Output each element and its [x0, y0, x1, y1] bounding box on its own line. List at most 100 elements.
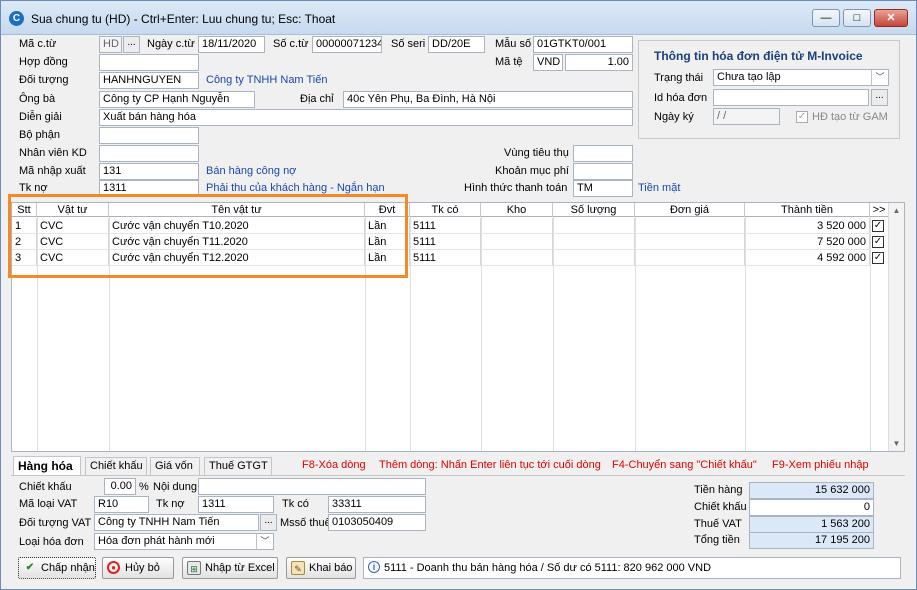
row-checkbox[interactable]: ✓: [872, 220, 884, 232]
tab-gia-von[interactable]: Giá vốn: [150, 457, 200, 476]
doi-tuong-label: Đối tượng: [19, 74, 69, 86]
ma-te-field[interactable]: VND: [533, 54, 563, 71]
chevron-down-icon[interactable]: ﹀: [871, 70, 888, 85]
totals-chiet-khau-label: Chiết khấu: [694, 501, 747, 513]
vung-tieu-thu-field[interactable]: [573, 145, 633, 162]
tab-hang-hoa[interactable]: Hàng hóa: [13, 456, 81, 475]
row-checkbox[interactable]: ✓: [872, 236, 884, 248]
tong-tien-label: Tổng tiền: [694, 534, 740, 546]
cell-kho[interactable]: [481, 218, 553, 234]
loai-hd-select[interactable]: Hóa đơn phát hành mới ﹀: [94, 533, 274, 550]
ong-ba-label: Ông bà: [19, 93, 56, 105]
col-so-luong[interactable]: Số lượng: [553, 203, 635, 217]
cell-so-luong[interactable]: [553, 234, 635, 250]
ma-nhap-xuat-name: Bán hàng công nợ: [206, 165, 297, 177]
col-expand[interactable]: >>: [870, 203, 889, 217]
bo-phan-label: Bộ phận: [19, 129, 60, 141]
mau-so-field[interactable]: 01GTKT0/001: [533, 36, 633, 53]
cell-thanh-tien[interactable]: 4 592 000: [745, 250, 870, 266]
tab-thue-gtgt[interactable]: Thuế GTGT: [204, 457, 272, 476]
hop-dong-field[interactable]: [99, 54, 199, 71]
doi-tuong-name: Công ty TNHH Nam Tiến: [206, 74, 328, 86]
ong-ba-field[interactable]: Công ty CP Hạnh Nguyễn: [99, 91, 255, 108]
pct-label: %: [139, 481, 149, 493]
cell-don-gia[interactable]: [635, 250, 745, 266]
status-bar: i 5111 - Doanh thu bán hàng hóa / Số dư …: [363, 557, 901, 579]
khai-bao-button[interactable]: ✎ Khai báo: [286, 557, 356, 579]
maximize-button[interactable]: □: [843, 9, 871, 27]
tab-chiet-khau[interactable]: Chiết khấu: [85, 457, 147, 476]
dia-chi-field[interactable]: 40c Yên Phụ, Ba Đình, Hà Nội: [343, 91, 633, 108]
ngay-ky-field[interactable]: / /: [713, 108, 780, 125]
status-text: 5111 - Doanh thu bán hàng hóa / Số dư có…: [384, 562, 712, 574]
loai-hd-label: Loại hóa đơn: [19, 536, 84, 548]
totals-chiet-khau-value: 0: [749, 499, 874, 516]
hint-f8: F8-Xóa dòng: [302, 459, 366, 471]
chevron-down-icon[interactable]: ﹀: [256, 534, 273, 549]
scroll-up-icon[interactable]: ▲: [889, 203, 904, 218]
cell-kho[interactable]: [481, 234, 553, 250]
grid-scrollbar[interactable]: ▲ ▼: [888, 203, 904, 451]
cell-tk-co[interactable]: 5111: [410, 234, 481, 250]
doi-tuong-vat-label: Đối tượng VAT: [19, 517, 92, 529]
col-don-gia[interactable]: Đơn giá: [635, 203, 745, 217]
so-ct-field[interactable]: 00000071234: [312, 36, 382, 53]
ty-gia-field[interactable]: 1.00: [565, 54, 633, 71]
cell-tk-co[interactable]: 5111: [410, 218, 481, 234]
ma-nhap-xuat-label: Mã nhập xuất: [19, 165, 86, 177]
nhan-vien-field[interactable]: [99, 145, 199, 162]
cell-kho[interactable]: [481, 250, 553, 266]
footer-tk-no-field[interactable]: 1311: [198, 496, 274, 513]
loai-hd-value: Hóa đơn phát hành mới: [98, 535, 215, 547]
id-hoa-don-field[interactable]: [713, 89, 869, 106]
cell-don-gia[interactable]: [635, 218, 745, 234]
ma-ct-label: Mã c.từ: [19, 38, 57, 50]
title-bar: C Sua chung tu (HD) - Ctrl+Enter: Luu ch…: [1, 1, 916, 35]
cell-thanh-tien[interactable]: 7 520 000: [745, 234, 870, 250]
dien-giai-field[interactable]: Xuất bán hàng hóa: [99, 109, 633, 126]
httt-label: Hình thức thanh toán: [464, 182, 568, 194]
trang-thai-select[interactable]: Chưa tạo lập ﹀: [713, 69, 889, 86]
chiet-khau-field[interactable]: 0.00: [104, 478, 136, 495]
cell-so-luong[interactable]: [553, 250, 635, 266]
doi-tuong-field[interactable]: HANHNGUYEN: [99, 72, 199, 89]
id-hoa-don-label: Id hóa đơn: [654, 92, 708, 104]
huy-bo-button[interactable]: ● Hủy bỏ: [102, 557, 174, 579]
mst-field[interactable]: 0103050409: [328, 514, 426, 531]
ma-loai-vat-field[interactable]: R10: [94, 496, 149, 513]
nhap-excel-button[interactable]: ⊞ Nhập từ Excel: [182, 557, 278, 579]
stop-icon: ●: [107, 561, 120, 574]
bo-phan-field[interactable]: [99, 127, 199, 144]
col-thanh-tien[interactable]: Thành tiền: [745, 203, 870, 217]
cell-tk-co[interactable]: 5111: [410, 250, 481, 266]
minimize-button[interactable]: —: [812, 9, 840, 27]
tien-hang-label: Tiền hàng: [694, 484, 743, 496]
cell-so-luong[interactable]: [553, 218, 635, 234]
footer-tk-co-field[interactable]: 33311: [328, 496, 426, 513]
id-hoa-don-lookup-button[interactable]: ...: [871, 89, 888, 106]
scroll-down-icon[interactable]: ▼: [889, 436, 904, 451]
httt-field[interactable]: TM: [573, 180, 633, 197]
chap-nhan-button[interactable]: ✔ Chấp nhận: [18, 557, 96, 579]
doi-tuong-vat-field[interactable]: Công ty TNHH Nam Tiến: [94, 514, 259, 531]
noi-dung-field[interactable]: [198, 478, 426, 495]
window-title: Sua chung tu (HD) - Ctrl+Enter: Luu chun…: [31, 12, 336, 26]
ma-ct-lookup-button[interactable]: ...: [123, 36, 140, 53]
ma-nhap-xuat-field[interactable]: 131: [99, 163, 199, 180]
ma-ct-field[interactable]: HD: [99, 36, 122, 53]
col-kho[interactable]: Kho: [481, 203, 553, 217]
cell-don-gia[interactable]: [635, 234, 745, 250]
declare-icon: ✎: [291, 561, 305, 575]
khoan-muc-phi-field[interactable]: [573, 163, 633, 180]
ngay-ct-field[interactable]: 18/11/2020: [198, 36, 265, 53]
doi-tuong-vat-lookup-button[interactable]: ...: [260, 514, 277, 531]
hd-tao-checkbox[interactable]: ✓: [796, 111, 808, 123]
einvoice-panel: Thông tin hóa đơn điện tử M-Invoice Trạn…: [638, 40, 900, 139]
mau-so-label: Mẫu số: [495, 38, 532, 50]
row-checkbox[interactable]: ✓: [872, 252, 884, 264]
hint-f4: F4-Chuyển sang "Chiết khấu": [612, 459, 757, 471]
cell-thanh-tien[interactable]: 3 520 000: [745, 218, 870, 234]
close-button[interactable]: ✕: [874, 9, 908, 27]
col-tk-co[interactable]: Tk có: [410, 203, 481, 217]
so-seri-field[interactable]: DD/20E: [428, 36, 485, 53]
